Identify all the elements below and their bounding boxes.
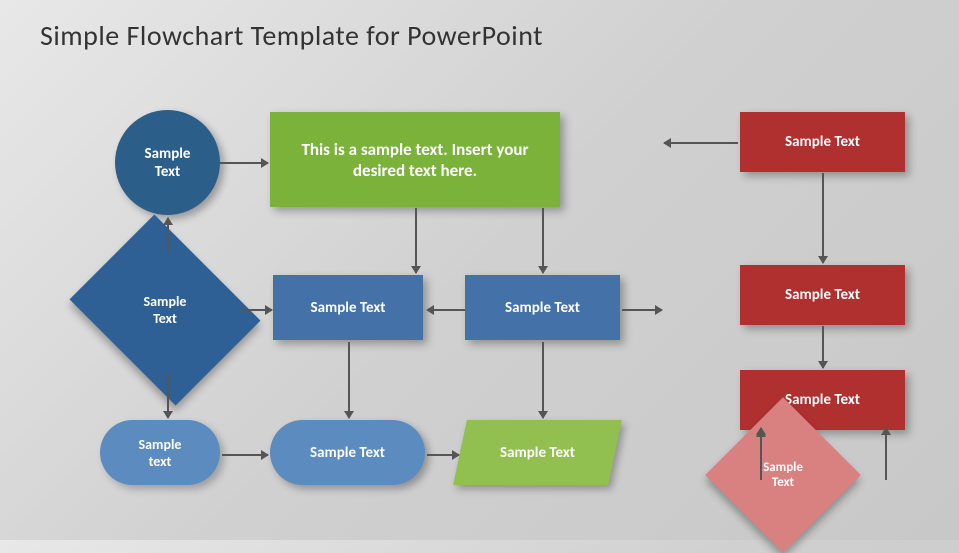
parallelogram-label: Sample Text [460,444,615,462]
green-banner-label: This is a sample text. Insert yourdesire… [301,139,528,181]
diamond-left-label: SampleText [90,293,240,327]
arrow-diamond-to-ellipse [167,373,169,418]
arrow-red-top-to-mid [822,173,824,263]
shape-circle: SampleText [115,110,220,215]
arrow-blue-right-to-para [542,342,544,418]
arrow-red-mid-to-bot [822,326,824,368]
shape-red-top: Sample Text [740,112,905,172]
arrow-pink-right-up [885,428,887,480]
circle-label: SampleText [145,145,191,181]
shape-ellipse: Sampletext [100,420,220,485]
arrow-diamond-to-circle [167,218,169,253]
arrow-diamond-to-blue-mid [242,309,272,311]
ellipse-label: Sampletext [139,436,182,470]
blue-rounded-label: Sample Text [310,444,385,462]
shape-green-banner: This is a sample text. Insert yourdesire… [270,112,560,207]
shape-diamond-left: SampleText [90,250,240,370]
shape-blue-rounded: Sample Text [270,420,425,485]
red-top-label: Sample Text [785,133,860,151]
arrow-blue-mid-right [427,309,465,311]
arrow-banner-col3-down [542,208,544,273]
arrow-banner-down [415,208,417,273]
red-mid-label: Sample Text [785,286,860,304]
arrow-ellipse-to-rounded [222,454,268,456]
arrow-banner-to-red [664,142,738,144]
shape-blue-rect-right: Sample Text [465,275,620,340]
arrow-blue-mid-to-rounded [348,342,350,418]
red-bot-label: Sample Text [785,391,860,409]
shape-diamond-pink: SampleText [728,420,838,530]
blue-rect-right-label: Sample Text [505,299,580,317]
shape-blue-rect-mid: Sample Text [273,275,423,340]
shape-parallelogram: Sample Text [460,420,615,485]
arrow-circle-to-banner [220,162,268,164]
page-title: Simple Flowchart Template for PowerPoint [40,18,543,53]
arrow-blue-right-to-red [622,309,662,311]
arrow-rounded-to-para [427,454,459,456]
diamond-pink-label: SampleText [728,460,838,490]
blue-rect-mid-label: Sample Text [311,299,386,317]
shape-red-mid: Sample Text [740,265,905,325]
flowchart-container: SampleText SampleText Sampletext This is… [60,80,940,520]
